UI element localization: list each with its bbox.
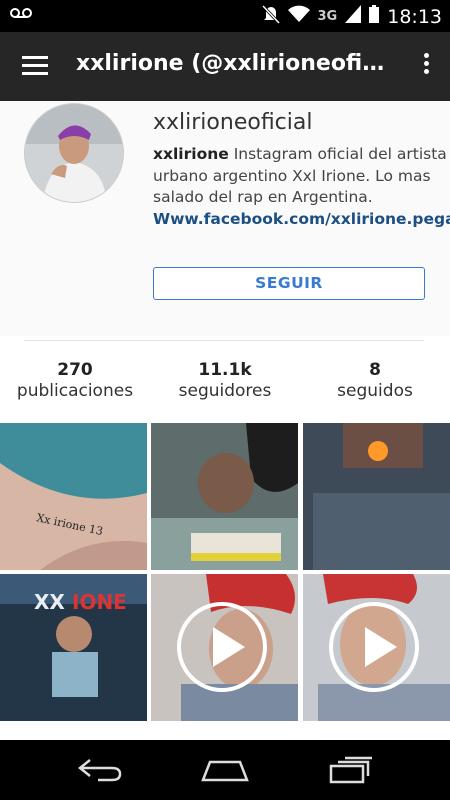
profile-stats: 270 publicaciones 11.1k seguidores 8 seg… xyxy=(0,360,450,401)
wifi-icon xyxy=(287,5,310,28)
profile-header: xxlirioneoficial xxlirione Instagram ofi… xyxy=(0,101,450,336)
grid-video[interactable] xyxy=(303,574,450,721)
stat-label: seguidores xyxy=(178,381,272,401)
more-options-icon[interactable] xyxy=(424,53,430,79)
bio-name: xxlirione xyxy=(153,145,229,163)
svg-text:IONE: IONE xyxy=(72,590,127,614)
app-bar: xxlirione (@xxlirioneoficial)... xyxy=(0,32,450,101)
signal-icon xyxy=(345,5,362,28)
stat-label: publicaciones xyxy=(16,381,134,401)
stat-value: 270 xyxy=(57,360,93,380)
battery-icon xyxy=(369,5,380,28)
back-icon[interactable] xyxy=(76,756,124,788)
grid-photo[interactable] xyxy=(151,423,298,570)
play-icon xyxy=(329,602,419,692)
menu-icon[interactable] xyxy=(22,56,48,76)
follow-button[interactable]: SEGUIR xyxy=(153,267,425,300)
grid-photo[interactable]: Xx irione 13 xyxy=(0,423,147,570)
recent-apps-icon[interactable] xyxy=(328,756,374,788)
profile-link[interactable]: Www.facebook.com/xxlirione.pegadura xyxy=(153,209,450,231)
stat-value: 8 xyxy=(369,360,381,380)
svg-text:XX: XX xyxy=(34,590,65,614)
avatar[interactable] xyxy=(24,103,124,203)
home-icon[interactable] xyxy=(200,756,250,788)
page-title: xxlirione (@xxlirioneoficial)... xyxy=(76,51,396,76)
clock: 18:13 xyxy=(387,5,442,28)
stat-value: 11.1k xyxy=(198,360,252,380)
status-bar: 3G 18:13 xyxy=(0,0,450,32)
stat-label: seguidos xyxy=(337,381,413,401)
stat-following[interactable]: 8 seguidos xyxy=(300,360,450,401)
mute-icon xyxy=(261,4,280,29)
grid-photo[interactable] xyxy=(303,423,450,570)
play-icon xyxy=(177,602,267,692)
divider xyxy=(24,340,424,341)
navigation-bar xyxy=(0,740,450,800)
photo-grid: Xx irione 13 XX IONE xyxy=(0,423,450,740)
network-type: 3G xyxy=(317,9,338,24)
grid-video[interactable] xyxy=(151,574,298,721)
voicemail-icon xyxy=(10,7,32,26)
stat-posts[interactable]: 270 publicaciones xyxy=(0,360,150,401)
profile-username: xxlirioneoficial xyxy=(153,110,313,135)
grid-photo[interactable]: XX IONE xyxy=(0,574,147,721)
stat-followers[interactable]: 11.1k seguidores xyxy=(150,360,300,401)
profile-bio: xxlirione Instagram oficial del artista … xyxy=(153,144,450,230)
